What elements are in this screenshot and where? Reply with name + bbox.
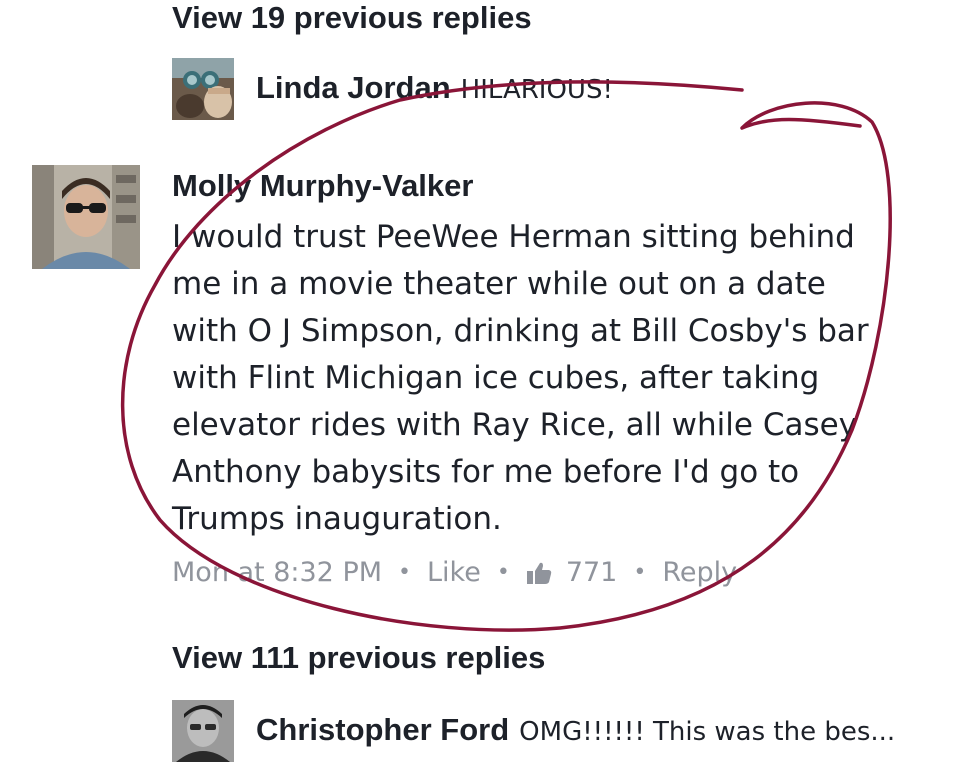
reply-text: HILARIOUS! [460,75,613,105]
reply-author-name[interactable]: Christopher Ford [256,712,509,748]
comment-line: Anthony babysits for me before I'd go to [172,454,800,490]
comment-line: me in a movie theater while out on a dat… [172,266,826,302]
reply-button[interactable]: Reply [662,557,737,588]
view-previous-replies-link[interactable]: View 111 previous replies [172,640,545,676]
comment-body: I would trust PeeWee Herman sitting behi… [172,214,932,543]
like-button[interactable]: Like [427,557,481,588]
avatar-image [172,58,234,120]
thumbs-up-icon[interactable] [526,561,552,585]
avatar-image [172,700,234,762]
reply-text: OMG!!!!!! This was the bes... [519,717,896,747]
dot-separator: • [398,560,411,585]
comment-author-name[interactable]: Molly Murphy-Valker [172,168,473,204]
dot-separator: • [633,560,647,585]
avatar-christopher-ford[interactable] [172,700,234,762]
reply-author-name[interactable]: Linda Jordan [256,70,451,106]
like-count[interactable]: 771 [566,557,618,588]
comment-actions: Mon at 8:32 PM • Like • 771 • Reply [172,557,737,588]
view-previous-replies-link[interactable]: View 19 previous replies [172,0,532,36]
reply-christopher-ford: Christopher Ford OMG!!!!!! This was the … [256,712,895,748]
comment-line: I would trust PeeWee Herman sitting behi… [172,219,855,255]
avatar-linda-jordan[interactable] [172,58,234,120]
dot-separator: • [496,560,510,585]
avatar-molly-murphy-valker[interactable] [32,165,140,269]
avatar-image [32,165,140,269]
comment-line: elevator rides with Ray Rice, all while … [172,407,858,443]
comment-timestamp[interactable]: Mon at 8:32 PM [172,557,382,588]
comment-line: with Flint Michigan ice cubes, after tak… [172,360,820,396]
reply-linda-jordan: Linda Jordan HILARIOUS! [256,70,613,106]
comment-line: with O J Simpson, drinking at Bill Cosby… [172,313,869,349]
comment-line: Trumps inauguration. [172,501,502,537]
